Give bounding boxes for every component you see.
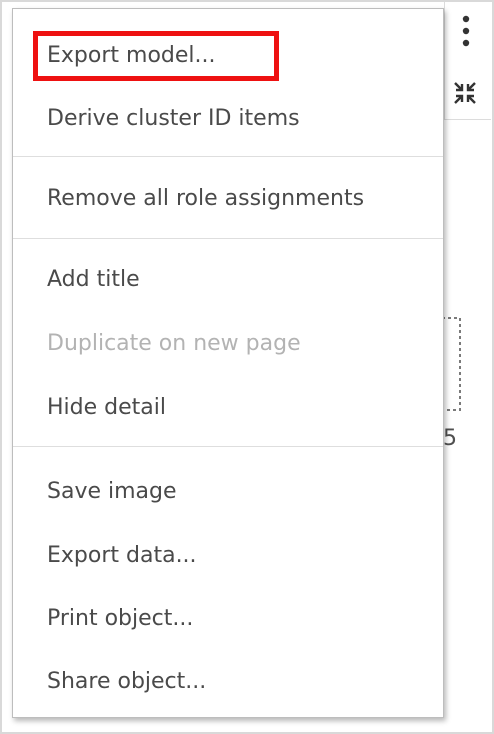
highlight-box <box>33 31 279 81</box>
menu-item-remove-all-role-assignments[interactable]: Remove all role assignments <box>13 173 443 225</box>
menu-separator <box>13 156 443 157</box>
more-vertical-icon[interactable] <box>460 14 472 50</box>
menu-item-add-title[interactable]: Add title <box>13 254 443 306</box>
menu-item-print-object[interactable]: Print object... <box>13 593 443 645</box>
background-fragment-text: 5 <box>443 426 457 451</box>
menu-item-export-data[interactable]: Export data... <box>13 530 443 582</box>
background-dotted-frame <box>442 317 461 411</box>
menu-item-save-image[interactable]: Save image <box>13 466 443 518</box>
menu-item-share-object[interactable]: Share object... <box>13 656 443 708</box>
menu-item-hide-detail[interactable]: Hide detail <box>13 382 443 434</box>
menu-separator <box>13 238 443 239</box>
menu-item-derive-cluster-id-items[interactable]: Derive cluster ID items <box>13 93 443 145</box>
collapse-icon[interactable] <box>452 80 478 106</box>
menu-item-duplicate-on-new-page: Duplicate on new page <box>47 331 301 356</box>
menu-separator <box>13 446 443 447</box>
context-menu: Export model... Derive cluster ID items … <box>12 8 444 718</box>
